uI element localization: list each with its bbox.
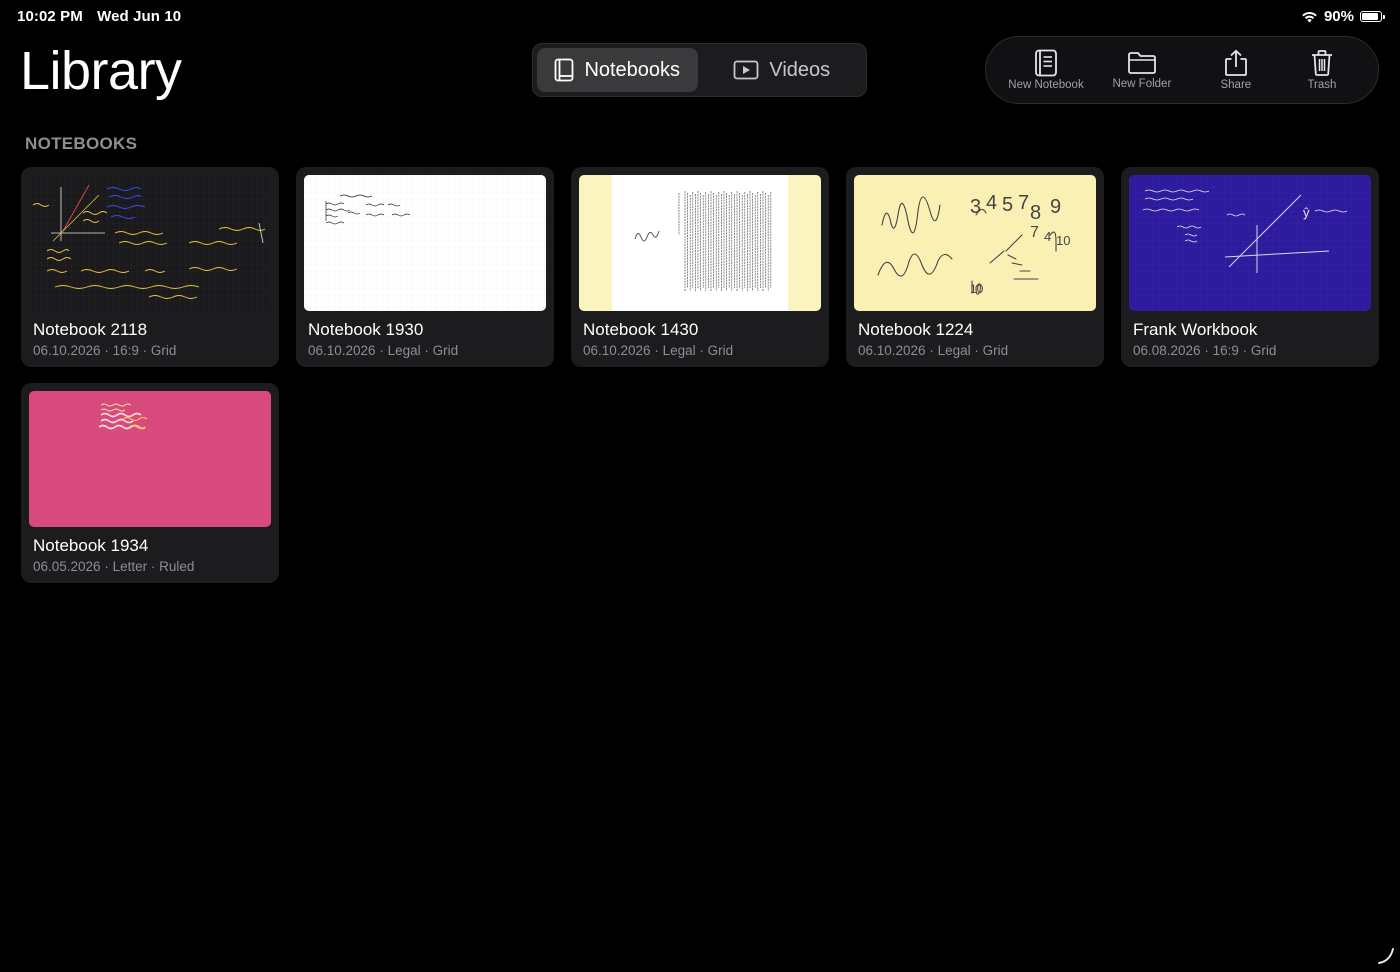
notebook-meta: 06.10.2026 · Legal · Grid — [858, 343, 1009, 358]
status-date: Wed Jun 10 — [97, 8, 182, 25]
notebook-card[interactable]: Notebook 1934 06.05.2026 · Letter · Rule… — [21, 383, 279, 583]
svg-text:10: 10 — [1056, 233, 1070, 248]
trash-button[interactable]: Trash — [1280, 49, 1364, 91]
share-label: Share — [1220, 79, 1252, 91]
segment-videos[interactable]: Videos — [702, 48, 863, 92]
new-folder-label: New Folder — [1112, 78, 1172, 90]
segment-notebooks-label: Notebooks — [584, 58, 681, 81]
notebook-card[interactable]: Notebook 2118 06.10.2026 · 16:9 · Grid — [21, 167, 279, 367]
segment-notebooks[interactable]: Notebooks — [537, 48, 698, 92]
svg-text:10: 10 — [970, 282, 984, 296]
share-icon — [1224, 49, 1247, 76]
new-folder-button[interactable]: New Folder — [1092, 50, 1192, 90]
page-title: Library — [20, 41, 182, 101]
folder-icon — [1127, 52, 1156, 74]
new-notebook-icon — [1035, 49, 1057, 77]
notebook-meta: 06.05.2026 · Letter · Ruled — [33, 559, 195, 574]
play-rectangle-icon — [733, 60, 759, 80]
svg-text:4: 4 — [986, 192, 997, 214]
status-bar-right: 90% — [1301, 8, 1385, 25]
notebook-card[interactable]: Notebook 1930 06.10.2026 · Legal · Grid — [296, 167, 554, 367]
notebook-title: Notebook 1934 — [33, 536, 149, 555]
notebook-title: Frank Workbook — [1133, 320, 1258, 339]
notebook-thumbnail: ŷ — [1129, 175, 1371, 311]
library-screen: 10:02 PM Wed Jun 10 90% Library Notebook… — [0, 0, 1400, 972]
section-header-notebooks: NOTEBOOKS — [25, 134, 138, 153]
svg-text:4: 4 — [1044, 229, 1051, 244]
notebook-meta: 06.10.2026 · 16:9 · Grid — [33, 343, 177, 358]
svg-text:5: 5 — [1002, 194, 1013, 216]
notebook-thumbnail — [29, 175, 271, 311]
view-segmented-control: Notebooks Videos — [532, 43, 867, 97]
battery-percent: 90% — [1323, 8, 1354, 25]
notebook-title: Notebook 1930 — [308, 320, 424, 339]
battery-icon — [1360, 11, 1385, 22]
corner-handle-icon — [1378, 948, 1394, 964]
svg-text:7: 7 — [1018, 192, 1029, 214]
notebook-meta: 06.08.2026 · 16:9 · Grid — [1133, 343, 1277, 358]
notebook-meta: 06.10.2026 · Legal · Grid — [583, 343, 734, 358]
library-toolbar: New Notebook New Folder Share Trash — [985, 36, 1379, 104]
segment-videos-label: Videos — [769, 58, 831, 81]
notebook-meta: 06.10.2026 · Legal · Grid — [308, 343, 459, 358]
notebook-thumbnail — [579, 175, 821, 311]
svg-text:8: 8 — [1030, 202, 1041, 224]
notebook-thumbnail: 3 4 5 7 8 9 7 4 10 10 — [854, 175, 1096, 311]
share-button[interactable]: Share — [1192, 49, 1280, 91]
notebook-thumbnail — [304, 175, 546, 311]
trash-label: Trash — [1307, 79, 1337, 91]
notebook-card[interactable]: ŷ Frank Workbook 06.08.2026 · 16:9 · Gri… — [1121, 167, 1379, 367]
battery-level — [1362, 13, 1379, 20]
svg-text:9: 9 — [1050, 196, 1061, 218]
book-icon — [555, 58, 574, 82]
new-notebook-label: New Notebook — [1008, 79, 1084, 91]
svg-text:3: 3 — [970, 196, 981, 218]
notebook-title: Notebook 1224 — [858, 320, 974, 339]
new-notebook-button[interactable]: New Notebook — [1000, 49, 1092, 91]
wifi-icon — [1302, 12, 1317, 23]
notebook-title: Notebook 1430 — [583, 320, 699, 339]
svg-text:7: 7 — [1030, 224, 1039, 241]
trash-icon — [1311, 50, 1332, 76]
svg-text:ŷ: ŷ — [1303, 205, 1310, 220]
notebook-card[interactable]: 3 4 5 7 8 9 7 4 10 10 Notebook 1224 06.1… — [846, 167, 1104, 367]
status-bar-left: 10:02 PM Wed Jun 10 — [17, 8, 181, 25]
notebook-title: Notebook 2118 — [33, 320, 148, 339]
notebook-thumbnail — [29, 391, 271, 527]
status-time: 10:02 PM — [17, 8, 83, 25]
notebook-card[interactable]: Notebook 1430 06.10.2026 · Legal · Grid — [571, 167, 829, 367]
